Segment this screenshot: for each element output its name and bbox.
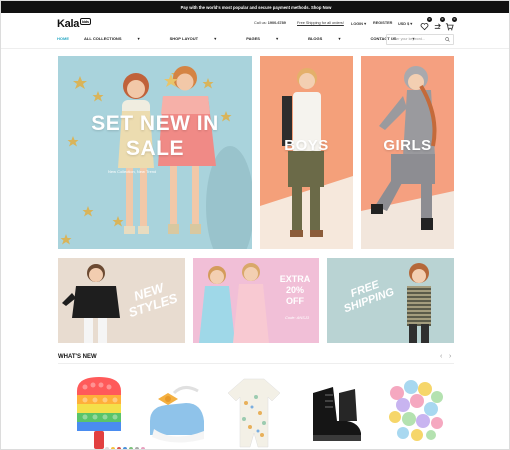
- carousel-prev-button[interactable]: ‹: [440, 353, 442, 360]
- phone-number: 1900-6789: [267, 21, 286, 25]
- promo-extra-line2: 20%: [285, 285, 304, 295]
- section-divider: [58, 363, 454, 364]
- login-link[interactable]: LOGIN ▾: [351, 21, 366, 26]
- heart-icon: [420, 23, 429, 31]
- product-card[interactable]: [224, 373, 294, 449]
- chevron-down-icon: ▾: [364, 22, 366, 26]
- promo-extra-off[interactable]: EXTRA 20% OFF Code: ANSJ3: [193, 258, 319, 343]
- register-link[interactable]: REGISTER: [373, 21, 392, 25]
- chevron-down-icon: ▾: [410, 22, 413, 26]
- logo-badge: kids: [80, 18, 91, 25]
- compare-icon: [434, 23, 441, 29]
- product-image-shoes: [150, 386, 204, 443]
- nav-label: BLOGS: [308, 36, 323, 41]
- chevron-down-icon: ▾: [338, 36, 341, 41]
- shipping-note[interactable]: Free Shipping for all orders!: [297, 21, 344, 25]
- cart-count: 0: [452, 17, 457, 22]
- product-image-popit: [77, 377, 121, 449]
- search-icon[interactable]: [445, 37, 450, 42]
- login-label: LOGIN: [351, 22, 364, 26]
- promo-extra-line1: EXTRA: [279, 274, 311, 284]
- nav-label: ALL COLLECTIONS: [84, 36, 122, 41]
- chevron-down-icon: ▾: [276, 36, 279, 41]
- cart-icon: [445, 23, 454, 31]
- product-card[interactable]: [303, 373, 373, 449]
- promo-new-styles[interactable]: NEW STYLES: [58, 258, 185, 343]
- wishlist-button[interactable]: 0: [420, 17, 432, 31]
- currency-label: USD $: [398, 22, 410, 26]
- nav-divider: [1, 48, 509, 49]
- hero-main-title-line1: SET NEW IN: [91, 112, 219, 135]
- nav-label: SHOP LAYOUT: [169, 36, 199, 41]
- promo-extra-code: Code: ANSJ3: [284, 315, 310, 320]
- carousel-next-button[interactable]: ›: [449, 353, 451, 360]
- promo-extra-line3: OFF: [286, 296, 304, 306]
- search-placeholder: Enter your keyword...: [391, 37, 425, 41]
- hero-banner-girls[interactable]: GIRLS: [361, 56, 454, 249]
- compare-button[interactable]: 0: [433, 17, 445, 29]
- call-label: Call us:: [254, 21, 267, 25]
- nav-item-pages[interactable]: PAGES ▾: [246, 36, 293, 44]
- chevron-right-icon: ›: [449, 353, 452, 360]
- site-logo[interactable]: Kala kids: [57, 18, 91, 30]
- product-image-romper: [227, 378, 281, 448]
- product-card[interactable]: [383, 373, 453, 449]
- product-card[interactable]: [144, 373, 214, 449]
- chevron-down-icon: ▾: [214, 36, 217, 41]
- product-image-heart-stones: [389, 380, 443, 441]
- nav-label: PAGES: [246, 36, 260, 41]
- product-image-boots: [313, 387, 361, 441]
- nav-item-blogs[interactable]: BLOGS ▾: [308, 36, 355, 44]
- hero-boys-title: BOYS: [284, 137, 329, 154]
- nav-item-shop-layout[interactable]: SHOP LAYOUT ▾: [170, 36, 232, 44]
- section-title: WHAT'S NEW: [58, 354, 97, 360]
- hero-main-title: SET NEW IN SALE: [58, 111, 252, 161]
- hero-banner-main[interactable]: SET NEW IN SALE New Collection, New Tren…: [58, 56, 252, 249]
- promo-free-shipping[interactable]: FREE SHIPPING: [327, 258, 454, 343]
- chevron-down-icon: ▾: [137, 36, 140, 41]
- wishlist-count: 0: [427, 17, 432, 22]
- call-us: Call us: 1900-6789: [254, 21, 286, 25]
- product-card[interactable]: [69, 373, 139, 449]
- hero-banner-boys[interactable]: BOYS: [260, 56, 353, 249]
- chevron-left-icon: ‹: [440, 353, 443, 360]
- search-input[interactable]: Enter your keyword...: [386, 34, 454, 45]
- nav-item-all-collections[interactable]: ALL COLLECTIONS ▾: [84, 36, 155, 44]
- announcement-bar[interactable]: Pay with the world's most popular and se…: [1, 1, 509, 13]
- hero-girls-title: GIRLS: [383, 137, 432, 154]
- page: Pay with the world's most popular and se…: [0, 0, 510, 450]
- currency-selector[interactable]: USD $ ▾: [398, 21, 412, 26]
- hero-main-title-line2: SALE: [125, 137, 184, 160]
- cart-button[interactable]: 0: [445, 17, 457, 31]
- hero-main-subtitle: New Collection, New Trend: [108, 169, 157, 174]
- logo-text: Kala: [57, 18, 80, 30]
- announcement-text[interactable]: Pay with the world's most popular and se…: [181, 5, 332, 10]
- nav-item-home[interactable]: HOME: [57, 36, 69, 44]
- promo-extra-title: EXTRA 20% OFF: [273, 274, 317, 307]
